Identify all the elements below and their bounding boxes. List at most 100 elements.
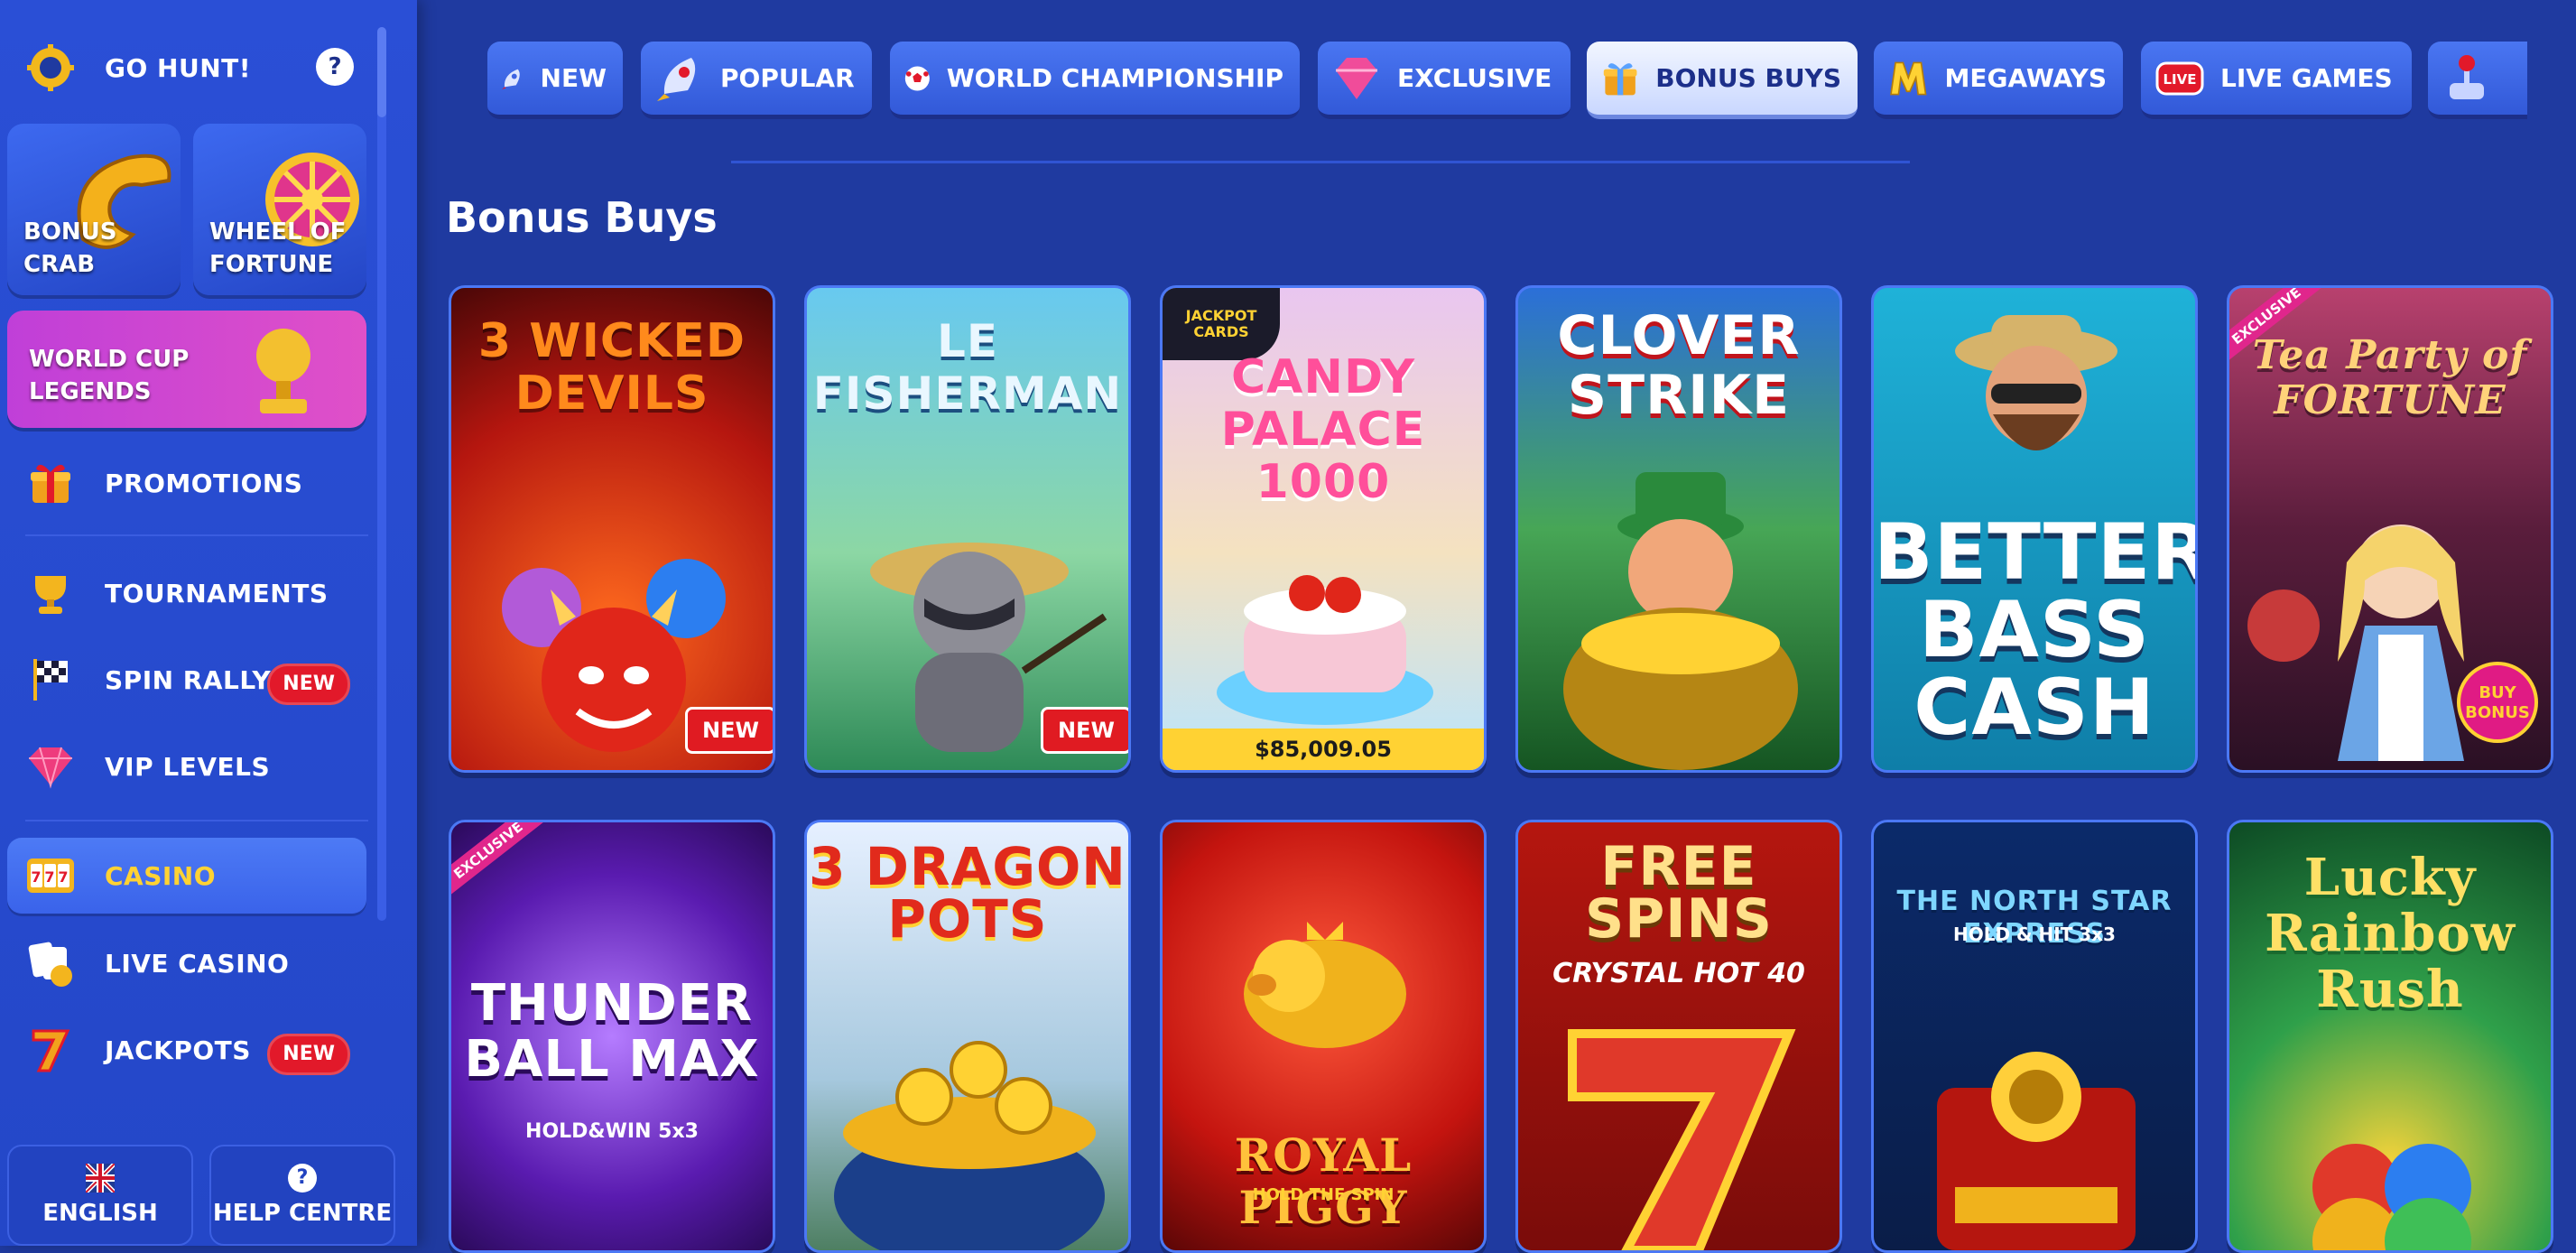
- tab-popular[interactable]: POPULAR: [641, 42, 872, 119]
- game-subtitle: HOLD & HIT 3x3: [1953, 924, 2116, 945]
- tab-label: MEGAWAYS: [1944, 63, 2107, 93]
- help-centre-label: HELP CENTRE: [212, 1200, 393, 1227]
- game-title: Lucky Rainbow Rush: [2265, 848, 2516, 1019]
- sidebar-item-label: VIP LEVELS: [105, 751, 271, 782]
- sidebar-item-label: CASINO: [105, 860, 217, 891]
- live-icon: LIVE: [2155, 61, 2204, 95]
- cards-icon: [28, 942, 72, 987]
- game-title: THUNDER BALL MAX: [464, 974, 760, 1089]
- game-card[interactable]: LE FISHERMAN NEW: [804, 285, 1131, 773]
- sidebar-item-vip-levels[interactable]: VIP LEVELS: [25, 735, 368, 798]
- rainbow-clover-icon: [2312, 1144, 2471, 1250]
- world-cup-legends-label: WORLD CUP LEGENDS: [29, 346, 190, 405]
- language-button[interactable]: ENGLISH: [7, 1145, 193, 1246]
- football-icon: [904, 65, 930, 91]
- section-title: Bonus Buys: [446, 193, 718, 242]
- tab-bonus-buys[interactable]: BONUS BUYS: [1587, 42, 1858, 119]
- world-cup-legends-tile[interactable]: WORLD CUP LEGENDS: [7, 311, 366, 428]
- tab-label: BONUS BUYS: [1655, 63, 1841, 93]
- gold-coins-pot-icon: [834, 1041, 1105, 1250]
- sidebar-item-promotions[interactable]: PROMOTIONS: [25, 451, 368, 515]
- game-title: ROYAL PIGGY: [1234, 1128, 1413, 1234]
- steam-train-icon: [1937, 1052, 2136, 1250]
- sidebar-item-label: TOURNAMENTS: [105, 578, 329, 608]
- fisherman-character-icon: [1955, 315, 2117, 450]
- help-icon: ?: [288, 1164, 317, 1193]
- sidebar-item-live-casino[interactable]: LIVE CASINO: [25, 932, 368, 995]
- game-card[interactable]: CLOVER STRIKE: [1515, 285, 1842, 773]
- game-card[interactable]: ROYAL PIGGY HOLD THE SPIN: [1160, 820, 1487, 1253]
- rocket-icon: [657, 57, 696, 101]
- help-centre-button[interactable]: ? HELP CENTRE: [209, 1145, 395, 1246]
- slot-machine-icon: 777: [27, 859, 74, 893]
- svg-text:LIVE: LIVE: [2164, 71, 2197, 88]
- bonus-crab-label: BONUS CRAB: [23, 218, 117, 278]
- go-hunt-button[interactable]: GO HUNT! ?: [25, 36, 368, 99]
- game-card[interactable]: BETTER BASS CASH: [1871, 285, 2198, 773]
- sidebar-scrollbar[interactable]: [377, 27, 386, 921]
- wheel-of-fortune-label: WHEEL OF FORTUNE: [209, 218, 347, 278]
- game-subtitle: HOLD&WIN 5x3: [525, 1120, 699, 1143]
- exclusive-ribbon: EXCLUSIVE: [451, 822, 550, 902]
- game-subtitle: CRYSTAL HOT 40: [1552, 958, 1805, 989]
- buy-bonus-sticker: BUY BONUS: [2457, 662, 2538, 743]
- new-badge: NEW: [685, 707, 773, 754]
- sidebar-item-spin-rally[interactable]: SPIN RALLY NEW: [25, 648, 368, 711]
- sidebar-item-label: JACKPOTS: [105, 1035, 251, 1065]
- tab-label: NEW: [540, 63, 607, 93]
- tab-new[interactable]: NEW: [487, 42, 623, 119]
- svg-text:7: 7: [44, 868, 54, 886]
- tab-megaways[interactable]: MEGAWAYS: [1874, 42, 2123, 119]
- game-card[interactable]: EXCLUSIVE THUNDER BALL MAX HOLD&WIN 5x3: [449, 820, 775, 1253]
- game-subtitle: HOLD THE SPIN: [1252, 1185, 1395, 1204]
- game-card[interactable]: EXCLUSIVE Tea Party of FORTUNE BUY BONUS: [2227, 285, 2553, 773]
- game-card[interactable]: 3 DRAGON POTS: [804, 820, 1131, 1253]
- tab-more[interactable]: [2428, 42, 2527, 119]
- seven-icon: [32, 1029, 70, 1072]
- lucky-seven-icon: [1568, 1029, 1796, 1250]
- golden-piggy-icon: [1244, 922, 1406, 1048]
- new-badge: NEW: [1041, 707, 1128, 754]
- gift-icon: [1603, 62, 1637, 95]
- sidebar-item-casino[interactable]: 777 CASINO: [25, 844, 368, 907]
- tab-exclusive[interactable]: EXCLUSIVE: [1318, 42, 1571, 119]
- category-bar[interactable]: NEW POPULAR WORLD CHAMPIONSHIP EXCLUSIVE…: [487, 42, 2527, 123]
- game-card[interactable]: Lucky Rainbow Rush: [2227, 820, 2553, 1253]
- game-title: Tea Party of FORTUNE: [2252, 332, 2528, 423]
- target-icon: [27, 44, 74, 91]
- game-title: 3 DRAGON POTS: [809, 836, 1126, 950]
- tab-live-games[interactable]: LIVE LIVE GAMES: [2141, 42, 2412, 119]
- game-title: FREE SPINS: [1585, 835, 1773, 951]
- bonus-crab-tile[interactable]: BONUS CRAB: [7, 124, 181, 295]
- tab-label: EXCLUSIVE: [1397, 63, 1552, 93]
- diamond-icon: [29, 747, 72, 789]
- game-card[interactable]: 3 WICKED DEVILS NEW: [449, 285, 775, 773]
- game-title: 3 WICKED DEVILS: [477, 314, 746, 421]
- gift-icon: [31, 464, 70, 503]
- tab-label: LIVE GAMES: [2220, 63, 2393, 93]
- category-bar-divider: [731, 161, 1910, 163]
- help-icon[interactable]: ?: [316, 48, 354, 86]
- divider: [25, 820, 368, 821]
- rocket-icon: [501, 69, 520, 89]
- trophy-icon: [35, 576, 66, 614]
- jackpot-cards-corner: JACKPOT CARDS: [1163, 288, 1280, 360]
- tab-label: POPULAR: [720, 63, 855, 93]
- uk-flag-icon: [86, 1164, 115, 1193]
- sidebar: GO HUNT! ? BONUS CRAB WHEEL OF FORTUNE W…: [0, 0, 417, 1246]
- game-title: LE FISHERMAN: [812, 315, 1123, 420]
- wheel-of-fortune-tile[interactable]: WHEEL OF FORTUNE: [193, 124, 366, 295]
- joystick-icon: [2450, 54, 2484, 99]
- new-badge: NEW: [267, 1034, 350, 1075]
- checkered-flag-icon: [33, 659, 68, 701]
- game-card[interactable]: THE NORTH STAR EXPRESS HOLD & HIT 3x3: [1871, 820, 2198, 1253]
- game-card[interactable]: JACKPOT CARDS CANDY PALACE 1000 $85,009.…: [1160, 285, 1487, 773]
- tab-label: WORLD CHAMPIONSHIP: [946, 63, 1283, 93]
- divider: [25, 534, 368, 536]
- cake-icon: [1217, 575, 1433, 725]
- sidebar-item-jackpots[interactable]: JACKPOTS NEW: [25, 1018, 368, 1081]
- sidebar-item-tournaments[interactable]: TOURNAMENTS: [25, 562, 368, 625]
- game-card[interactable]: FREE SPINS CRYSTAL HOT 40: [1515, 820, 1842, 1253]
- new-badge: NEW: [267, 664, 350, 705]
- tab-world-championship[interactable]: WORLD CHAMPIONSHIP: [890, 42, 1300, 119]
